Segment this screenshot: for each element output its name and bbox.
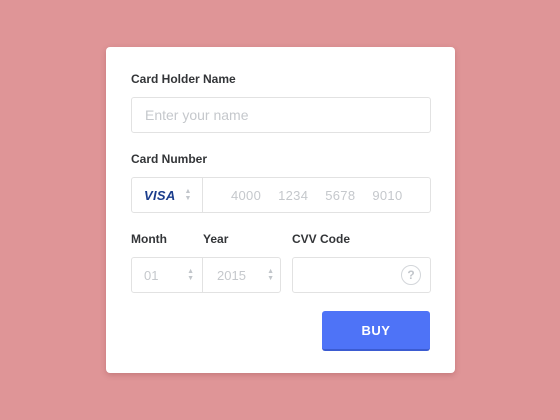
- month-label: Month: [131, 232, 167, 246]
- year-value: 2015: [217, 267, 246, 283]
- month-value: 01: [144, 267, 159, 283]
- card-holder-input[interactable]: [132, 98, 430, 132]
- help-icon[interactable]: ?: [401, 265, 421, 285]
- card-holder-label: Card Holder Name: [131, 72, 236, 86]
- help-button[interactable]: ?: [401, 258, 421, 292]
- cvv-label: CVV Code: [292, 232, 351, 246]
- card-holder-field[interactable]: [131, 97, 431, 133]
- stepper-icon: ▲ ▼: [187, 268, 194, 282]
- card-number-group-1: 4000: [231, 187, 262, 203]
- expiry-field: 01 ▲ ▼ 2015 ▲ ▼: [131, 257, 281, 293]
- month-select[interactable]: 01 ▲ ▼: [144, 258, 194, 292]
- divider: [202, 178, 203, 212]
- card-number-group-4: 9010: [372, 187, 403, 203]
- buy-button[interactable]: BUY: [322, 311, 430, 351]
- stepper-icon: ▲ ▼: [267, 268, 274, 282]
- divider: [202, 258, 203, 292]
- visa-logo: VISA: [144, 187, 176, 203]
- card-number-field[interactable]: VISA ▲ ▼ 4000 1234 5678 9010: [131, 177, 431, 213]
- year-select[interactable]: 2015 ▲ ▼: [217, 258, 274, 292]
- stepper-icon: ▲ ▼: [184, 188, 192, 202]
- cvv-field[interactable]: ?: [292, 257, 431, 293]
- cvv-input[interactable]: [293, 258, 393, 292]
- year-label: Year: [203, 232, 229, 246]
- payment-card: Card Holder Name Card Number VISA ▲▼ 400…: [106, 47, 455, 373]
- card-brand-select[interactable]: VISA ▲ ▼: [144, 178, 204, 212]
- card-number-label: Card Number: [131, 152, 208, 166]
- card-number-input[interactable]: 4000 1234 5678 9010: [231, 178, 431, 212]
- card-number-group-3: 5678: [325, 187, 356, 203]
- card-number-group-2: 1234: [278, 187, 309, 203]
